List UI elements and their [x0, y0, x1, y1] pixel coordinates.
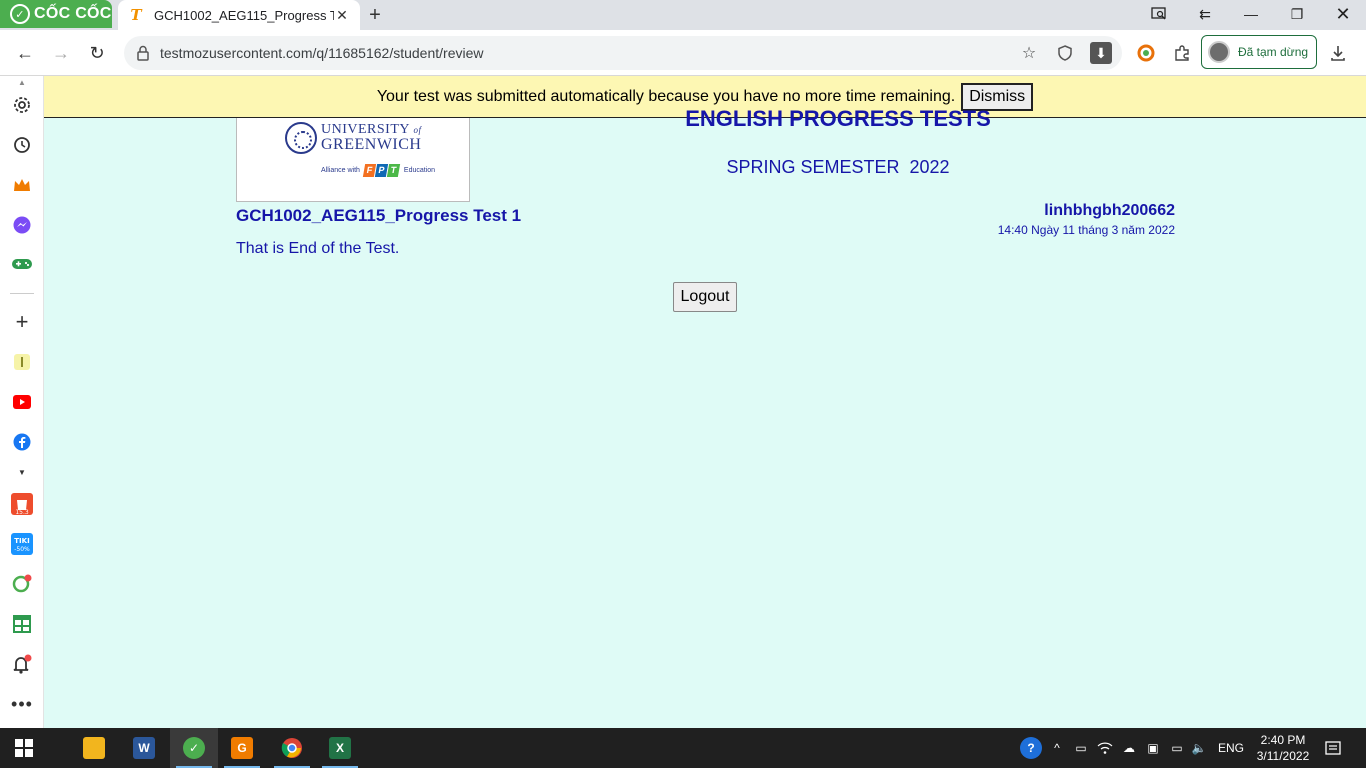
notifications-center-icon[interactable] [1324, 739, 1342, 757]
windows-taskbar: W ✓ G X ? ^ ▭ ☁ ▣ ▭ 🔈 ENG 2:40 PM 3/11/2… [0, 728, 1366, 768]
settings-gear-icon[interactable] [10, 93, 34, 117]
svg-text:TIKI: TIKI [14, 537, 29, 545]
help-tray-icon[interactable]: ? [1020, 737, 1042, 759]
facebook-icon[interactable] [10, 430, 34, 454]
shopee-icon[interactable]: 15.3 [10, 492, 34, 516]
foxit-pdf-icon[interactable]: G [218, 728, 266, 768]
back-arrow-icon[interactable]: ← [12, 40, 38, 66]
end-of-test-message: That is End of the Test. [236, 240, 400, 257]
browser-toolbar: ← → ↻ testmozusercontent.com/q/11685162/… [0, 30, 1366, 76]
bookmark-star-icon[interactable]: ☆ [1018, 42, 1040, 64]
downloads-icon[interactable] [1326, 41, 1350, 65]
more-options-icon[interactable]: ••• [10, 692, 34, 716]
add-shortcut-icon[interactable]: + [10, 309, 34, 334]
profile-status-label: Đã tạm dừng [1238, 45, 1309, 59]
logout-button[interactable]: Logout [673, 282, 737, 312]
notes-icon[interactable] [10, 350, 34, 374]
minimize-button[interactable]: — [1228, 0, 1274, 28]
new-tab-button[interactable]: + [364, 4, 386, 26]
svg-text:-50%: -50% [14, 546, 30, 553]
logo-university-word: UNIVERSITY [321, 122, 410, 137]
tab-active[interactable]: T GCH1002_AEG115_Progress T ✕ [118, 0, 360, 30]
fpt-letter-t: T [386, 164, 401, 177]
close-tab-icon[interactable]: ✕ [334, 7, 350, 23]
youtube-icon[interactable] [10, 390, 34, 414]
logo-of-word: of [413, 125, 422, 135]
university-crest-icon [285, 122, 317, 154]
file-explorer-icon[interactable] [70, 728, 118, 768]
browser-sidebar: ▲ + ▼ 15.3 TIKI -50% ••• [0, 76, 44, 728]
extensions-puzzle-icon[interactable] [1170, 41, 1194, 65]
site-favicon-icon: T [130, 6, 142, 24]
page-title-text: ENGLISH PROGRESS TESTS [685, 108, 991, 131]
svg-text:15.3: 15.3 [15, 509, 29, 516]
notice-message: Your test was submitted automatically be… [376, 87, 956, 105]
logo-alliance-text: Alliance with [321, 167, 360, 174]
url-text[interactable]: testmozusercontent.com/q/11685162/studen… [160, 45, 483, 61]
coccoc-extension-icon[interactable] [1134, 41, 1158, 65]
close-window-button[interactable]: ✕ [1320, 0, 1366, 28]
page-title: ENGLISH PROGRESS TESTS [620, 108, 1056, 132]
fpt-logo: F P T [362, 164, 401, 177]
coccoc-map-icon[interactable] [10, 572, 34, 596]
taskbar-clock[interactable]: 2:40 PM 3/11/2022 [1250, 732, 1316, 764]
network-icon[interactable]: ▣ [1144, 739, 1162, 757]
word-app-icon[interactable]: W [120, 728, 168, 768]
logo-alliance-line: Alliance with F P T Education [321, 164, 435, 177]
browser-titlebar: ✓ CỐC CỐC T GCH1002_AEG115_Progress T ✕ … [0, 0, 1366, 30]
reload-icon[interactable]: ↻ [84, 40, 110, 66]
crown-icon[interactable] [10, 173, 34, 197]
clock-time: 2:40 PM [1260, 733, 1306, 747]
avatar [1208, 41, 1230, 63]
sidebar-scroll-up-icon[interactable]: ▲ [10, 76, 34, 88]
language-indicator[interactable]: ENG [1218, 741, 1244, 755]
coccoc-menu-button[interactable]: ✓ CỐC CỐC [0, 0, 112, 28]
volume-muted-icon[interactable]: 🔈 [1190, 739, 1208, 757]
download-video-icon[interactable]: ⬇ [1090, 42, 1112, 64]
restore-button[interactable]: ❐ [1274, 0, 1320, 28]
clock-date: 3/11/2022 [1256, 749, 1310, 763]
semester-label: SPRING SEMESTER 2022 [726, 157, 950, 177]
windows-start-icon[interactable] [0, 728, 48, 768]
calendar-grid-icon[interactable] [10, 612, 34, 636]
submission-timestamp: 14:40 Ngày 11 tháng 3 năm 2022 [997, 223, 1175, 237]
excel-app-icon[interactable]: X [316, 728, 364, 768]
logo-education-text: Education [403, 167, 436, 174]
sidebar-divider [10, 293, 34, 294]
history-icon[interactable] [10, 133, 34, 157]
coccoc-taskbar-icon[interactable]: ✓ [170, 728, 218, 768]
tab-title: GCH1002_AEG115_Progress T [154, 7, 334, 23]
coccoc-logo-icon: ✓ [10, 4, 30, 24]
university-logo: UNIVERSITY of GREENWICH Alliance with F … [236, 118, 470, 202]
back-tabs-icon[interactable]: ⇇ [1182, 0, 1228, 28]
wifi-icon[interactable] [1096, 739, 1114, 757]
dismiss-button[interactable]: Dismiss [961, 82, 1034, 111]
chrome-app-icon[interactable] [268, 728, 316, 768]
tiki-icon[interactable]: TIKI -50% [10, 532, 34, 556]
messenger-icon[interactable] [10, 213, 34, 237]
logo-greenwich-text: GREENWICH [321, 136, 422, 153]
show-hidden-icons-icon[interactable]: ^ [1048, 739, 1066, 757]
username: linhbhgbh200662 [1044, 202, 1175, 219]
onedrive-icon[interactable]: ☁ [1120, 739, 1138, 757]
notification-bell-icon[interactable] [10, 652, 34, 676]
shield-icon[interactable] [1054, 42, 1076, 64]
battery-icon[interactable]: ▭ [1168, 739, 1186, 757]
test-name: GCH1002_AEG115_Progress Test 1 [236, 206, 522, 225]
lock-icon[interactable] [136, 45, 150, 61]
profile-button[interactable]: Đã tạm dừng [1201, 35, 1317, 69]
game-controller-icon[interactable] [10, 252, 34, 276]
search-tabs-icon[interactable] [1136, 0, 1182, 28]
forward-arrow-icon[interactable]: → [48, 40, 74, 66]
address-bar[interactable]: testmozusercontent.com/q/11685162/studen… [124, 36, 1122, 70]
meet-now-icon[interactable]: ▭ [1072, 739, 1090, 757]
sidebar-scroll-down-icon[interactable]: ▼ [10, 460, 34, 484]
brand-name: CỐC CỐC [34, 5, 112, 22]
